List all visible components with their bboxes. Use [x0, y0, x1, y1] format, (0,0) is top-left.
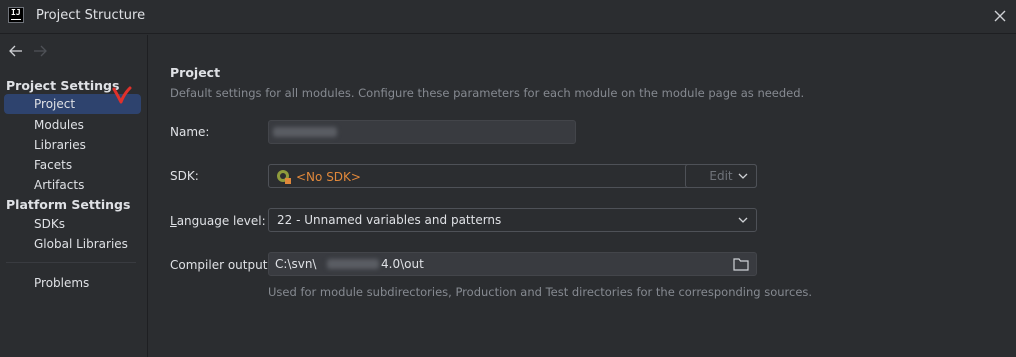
compiler-output-suffix: 4.0\out [381, 257, 424, 271]
page-title: Project [170, 65, 221, 80]
sidebar-item-sdks[interactable]: SDKs [4, 214, 141, 234]
sidebar-item-libraries[interactable]: Libraries [4, 135, 141, 155]
compiler-output-label: Compiler output: [170, 258, 272, 272]
section-header-platform-settings: Platform Settings [6, 197, 131, 212]
edit-sdk-button[interactable]: Edit [685, 164, 757, 188]
java-sdk-icon [277, 170, 291, 184]
arrow-right-icon[interactable] [32, 43, 48, 59]
close-icon[interactable] [990, 6, 1010, 26]
sidebar: Project Settings Project Modules Librari… [0, 35, 148, 357]
sidebar-item-facets[interactable]: Facets [4, 155, 141, 175]
title-bar: IJ Project Structure [0, 0, 1016, 34]
arrow-left-icon[interactable] [8, 43, 24, 59]
language-level-label-text: anguage level: [176, 214, 266, 228]
sidebar-item-modules[interactable]: Modules [4, 115, 141, 135]
language-level-dropdown[interactable]: 22 - Unnamed variables and patterns [268, 208, 757, 232]
compiler-output-input[interactable]: C:\svn\ 4.0\out [268, 252, 757, 276]
sidebar-separator [6, 262, 136, 263]
red-checkmark-annotation [112, 86, 132, 104]
sdk-value: <No SDK> [296, 170, 361, 184]
page-description: Default settings for all modules. Config… [170, 86, 805, 100]
compiler-output-help: Used for module subdirectories, Producti… [268, 285, 813, 299]
language-level-value: 22 - Unnamed variables and patterns [277, 213, 502, 227]
window-title: Project Structure [36, 8, 146, 23]
section-header-project-settings: Project Settings [6, 78, 120, 93]
language-level-label: Language level: [170, 214, 266, 228]
name-label: Name: [170, 125, 210, 139]
chevron-down-icon [738, 217, 748, 223]
sidebar-item-artifacts[interactable]: Artifacts [4, 175, 141, 195]
folder-icon[interactable] [733, 257, 749, 271]
sidebar-item-problems[interactable]: Problems [4, 273, 141, 293]
project-settings-panel: Project Default settings for all modules… [149, 35, 1016, 357]
sdk-label: SDK: [170, 169, 199, 183]
sidebar-item-global-libraries[interactable]: Global Libraries [4, 234, 141, 254]
compiler-output-prefix: C:\svn\ [275, 257, 317, 271]
language-level-mnemonic: L [170, 214, 177, 228]
project-name-input[interactable] [268, 120, 576, 144]
redacted-name [273, 127, 337, 137]
sdk-dropdown[interactable]: <No SDK> [268, 164, 757, 188]
redacted-path [327, 259, 379, 269]
intellij-app-icon: IJ [8, 7, 24, 23]
